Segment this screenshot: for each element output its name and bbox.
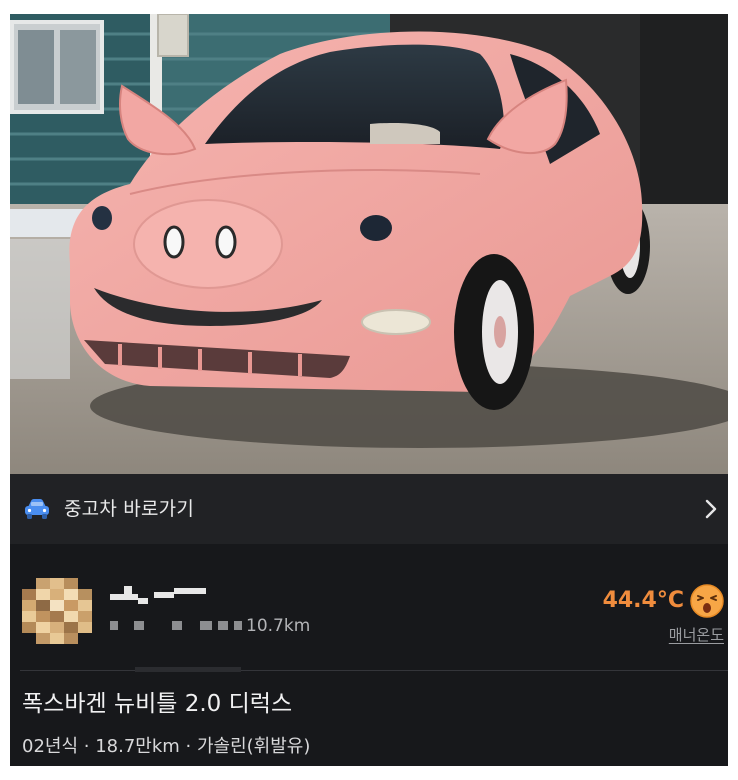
listing-card: 중고차 바로가기 10.7km 44.4°C 매너온도 폭스바겐 뉴비틀 2.0… (10, 14, 728, 766)
listing-specs: 02년식 · 18.7만km · 가솔린(휘발유) (22, 736, 311, 757)
divider (20, 670, 728, 671)
manner-temperature-link[interactable]: 매너온도 (669, 624, 724, 645)
product-photo[interactable] (10, 14, 728, 474)
distance-text: 10.7km (246, 616, 311, 636)
surprised-face-icon (690, 584, 724, 618)
avatar[interactable] (22, 578, 92, 644)
listing-title: 폭스바겐 뉴비틀 2.0 디럭스 (22, 691, 293, 717)
chevron-right-icon[interactable] (704, 497, 718, 521)
used-car-shortcut-bar[interactable]: 중고차 바로가기 (10, 474, 728, 544)
shortcut-label: 중고차 바로가기 (64, 498, 194, 520)
seller-profile[interactable]: 10.7km 44.4°C 매너온도 (10, 544, 728, 674)
region-blurred (110, 619, 244, 631)
divider-shade (135, 667, 241, 672)
car-icon (25, 499, 49, 519)
manner-temperature: 44.4°C (602, 588, 684, 613)
nickname-blurred[interactable] (110, 584, 206, 608)
